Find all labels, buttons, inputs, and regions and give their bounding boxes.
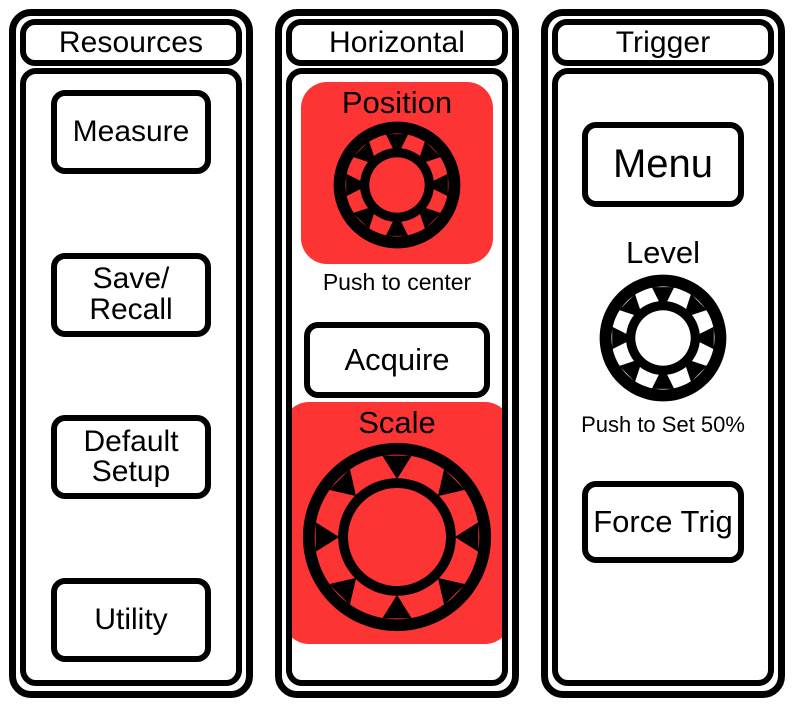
utility-button[interactable]: Utility (51, 577, 211, 662)
horizontal-scale-knob-block[interactable]: Scale (292, 402, 502, 645)
panel-header-resources: Resources (20, 19, 242, 66)
panel-title-trigger: Trigger (615, 25, 711, 59)
horizontal-position-knob-block[interactable]: Position (301, 82, 493, 264)
panel-header-trigger: Trigger (552, 19, 774, 66)
trigger-menu-button[interactable]: Menu (582, 122, 744, 207)
force-trig-button[interactable]: Force Trig (582, 481, 744, 564)
default-setup-button[interactable]: Default Setup (51, 415, 211, 500)
panel-title-resources: Resources (58, 25, 204, 59)
panel-resources: Resources Measure Save/ Recall Default S… (9, 9, 253, 698)
rotary-knob-icon[interactable] (331, 119, 463, 251)
panel-body-trigger: Menu Level Push to Set 50% Force Trig (552, 68, 774, 686)
front-panel-root: Resources Measure Save/ Recall Default S… (0, 0, 794, 709)
panel-body-resources: Measure Save/ Recall Default Setup Utili… (20, 68, 242, 686)
trigger-level-label: Level (625, 235, 701, 270)
panel-trigger: Trigger Menu Level Push to Set 50% Force… (541, 9, 785, 698)
rotary-knob-icon[interactable] (597, 272, 729, 404)
rotary-knob-icon[interactable] (299, 439, 495, 635)
trigger-level-hint: Push to Set 50% (581, 412, 745, 437)
panel-body-horizontal: Position Push to center Acquire Scale (286, 68, 508, 686)
measure-button[interactable]: Measure (51, 90, 211, 174)
panel-title-horizontal: Horizontal (328, 25, 466, 59)
horizontal-position-label: Position (341, 85, 453, 120)
save-recall-button[interactable]: Save/ Recall (51, 252, 211, 337)
panel-horizontal: Horizontal Position Push to center Acqui… (275, 9, 519, 698)
acquire-button[interactable]: Acquire (304, 322, 490, 399)
horizontal-scale-label: Scale (358, 405, 436, 441)
horizontal-position-hint: Push to center (322, 269, 472, 295)
panel-header-horizontal: Horizontal (286, 19, 508, 66)
